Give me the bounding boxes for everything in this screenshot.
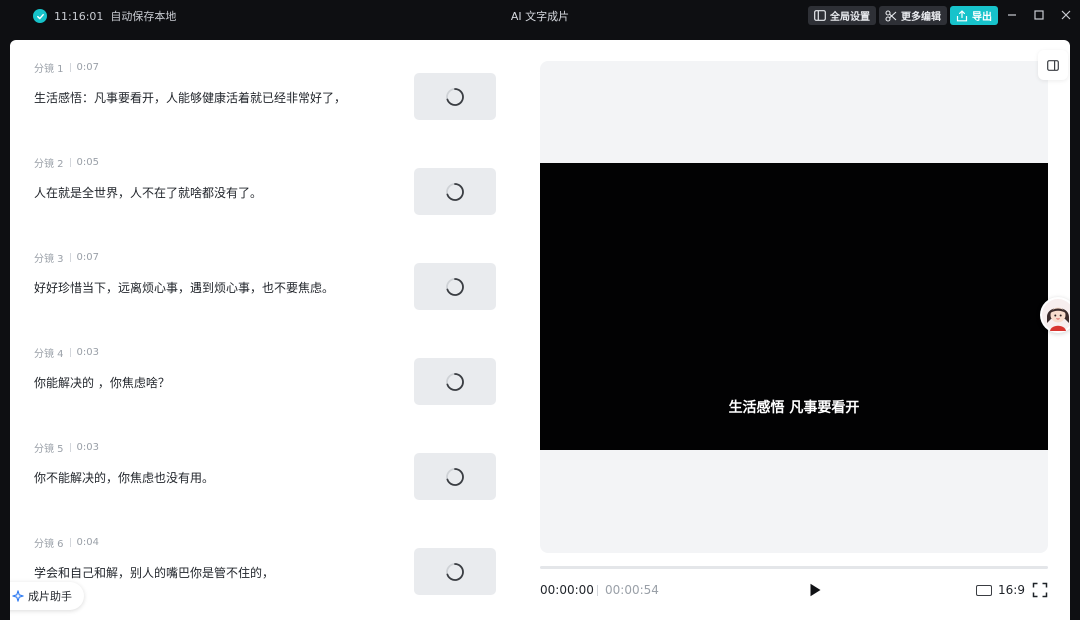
preview-area: 生活感悟 凡事要看开 (540, 61, 1048, 553)
aspect-ratio-icon (976, 584, 992, 596)
save-status: 11:16:01 自动保存本地 (33, 8, 176, 24)
shot-thumbnail[interactable] (414, 168, 496, 215)
shot-duration: 0:03 (76, 441, 100, 453)
minimize-icon (1008, 14, 1016, 16)
loading-spinner-icon (446, 467, 464, 486)
video-preview[interactable]: 生活感悟 凡事要看开 (540, 163, 1048, 450)
shot-thumbnail[interactable] (414, 73, 496, 120)
current-time: 00:00:00 (540, 583, 594, 597)
shot-duration: 0:05 (76, 156, 100, 168)
shot-label: 分镜 5 (34, 443, 64, 455)
shot-text[interactable]: 生活感悟：凡事要看开，人能够健康活着就已经非常好了， (34, 89, 346, 106)
shot-thumbnail[interactable] (414, 263, 496, 310)
check-circle-icon (33, 9, 47, 23)
time-divider (597, 585, 598, 596)
close-button[interactable] (1057, 6, 1075, 24)
save-time: 11:16:01 (54, 9, 104, 23)
loading-spinner-icon (446, 372, 464, 391)
shot-label: 分镜 2 (34, 158, 64, 170)
save-status-text: 自动保存本地 (110, 10, 177, 23)
video-subtitle: 生活感悟 凡事要看开 (728, 400, 860, 416)
loading-spinner-icon (446, 87, 464, 106)
global-settings-button[interactable]: 全局设置 (808, 6, 876, 25)
shot-item[interactable]: 分镜 2 0:05 人在就是全世界，人不在了就啥都没有了。 (34, 155, 504, 215)
scissors-icon (885, 9, 897, 22)
shot-label: 分镜 1 (34, 63, 64, 75)
export-icon (956, 9, 968, 21)
shot-thumbnail[interactable] (414, 453, 496, 500)
export-label: 导出 (972, 12, 992, 23)
shot-duration: 0:04 (76, 536, 100, 548)
title-bar: 11:16:01 自动保存本地 AI 文字成片 全局设置 更多编辑 导出 (0, 0, 1080, 30)
shot-item[interactable]: 分镜 6 0:04 学会和自己和解，别人的嘴巴你是管不住的， (34, 535, 504, 595)
shot-label: 分镜 4 (34, 348, 64, 360)
shot-item[interactable]: 分镜 1 0:07 生活感悟：凡事要看开，人能够健康活着就已经非常好了， (34, 60, 504, 120)
maximize-button[interactable] (1030, 6, 1048, 24)
close-icon (1061, 10, 1071, 20)
shot-thumbnail[interactable] (414, 548, 496, 595)
main-panel: 分镜 1 0:07 生活感悟：凡事要看开，人能够健康活着就已经非常好了， 分镜 2… (10, 40, 1070, 620)
loading-spinner-icon (446, 182, 464, 201)
assistant-button[interactable]: 成片助手 (10, 582, 84, 610)
shot-text[interactable]: 你不能解决的，你焦虑也没有用。 (34, 469, 214, 486)
shot-item[interactable]: 分镜 4 0:03 你能解决的 ，你焦虑啥？ (34, 345, 504, 405)
export-button[interactable]: 导出 (950, 6, 998, 25)
shot-text[interactable]: 你能解决的 ，你焦虑啥？ (34, 374, 170, 391)
shot-label: 分镜 6 (34, 538, 64, 550)
aspect-ratio-button[interactable]: 16:9 (976, 583, 1025, 597)
shot-item[interactable]: 分镜 3 0:07 好好珍惜当下，远离烦心事，遇到烦心事，也不要焦虑。 (34, 250, 504, 310)
assistant-avatar-icon (1042, 299, 1070, 331)
shot-duration: 0:07 (76, 61, 100, 73)
shot-text[interactable]: 人在就是全世界，人不在了就啥都没有了。 (34, 184, 262, 201)
shot-text[interactable]: 学会和自己和解，别人的嘴巴你是管不住的， (34, 564, 274, 581)
avatar[interactable] (1040, 297, 1070, 333)
play-icon[interactable] (807, 582, 823, 598)
minimize-button[interactable] (1003, 6, 1021, 24)
assistant-label: 成片助手 (28, 590, 72, 603)
maximize-icon (1034, 10, 1044, 20)
shot-duration: 0:07 (76, 251, 100, 263)
global-settings-label: 全局设置 (830, 12, 870, 23)
total-time: 00:00:54 (605, 583, 659, 597)
fullscreen-icon[interactable] (1032, 582, 1048, 598)
more-edit-button[interactable]: 更多编辑 (879, 6, 947, 25)
shot-duration: 0:03 (76, 346, 100, 358)
shot-thumbnail[interactable] (414, 358, 496, 405)
more-edit-label: 更多编辑 (901, 12, 941, 23)
panel-toggle-button[interactable] (1038, 50, 1068, 80)
shot-text[interactable]: 好好珍惜当下，远离烦心事，遇到烦心事，也不要焦虑。 (34, 279, 334, 296)
playback-progress-bar[interactable] (540, 566, 1048, 569)
layout-icon (814, 10, 826, 21)
shot-label: 分镜 3 (34, 253, 64, 265)
sidebar-panel-icon (1047, 59, 1059, 71)
loading-spinner-icon (446, 562, 464, 581)
shot-item[interactable]: 分镜 5 0:03 你不能解决的，你焦虑也没有用。 (34, 440, 504, 500)
sparkle-icon (12, 590, 24, 602)
aspect-ratio-label: 16:9 (998, 583, 1025, 597)
loading-spinner-icon (446, 277, 464, 296)
